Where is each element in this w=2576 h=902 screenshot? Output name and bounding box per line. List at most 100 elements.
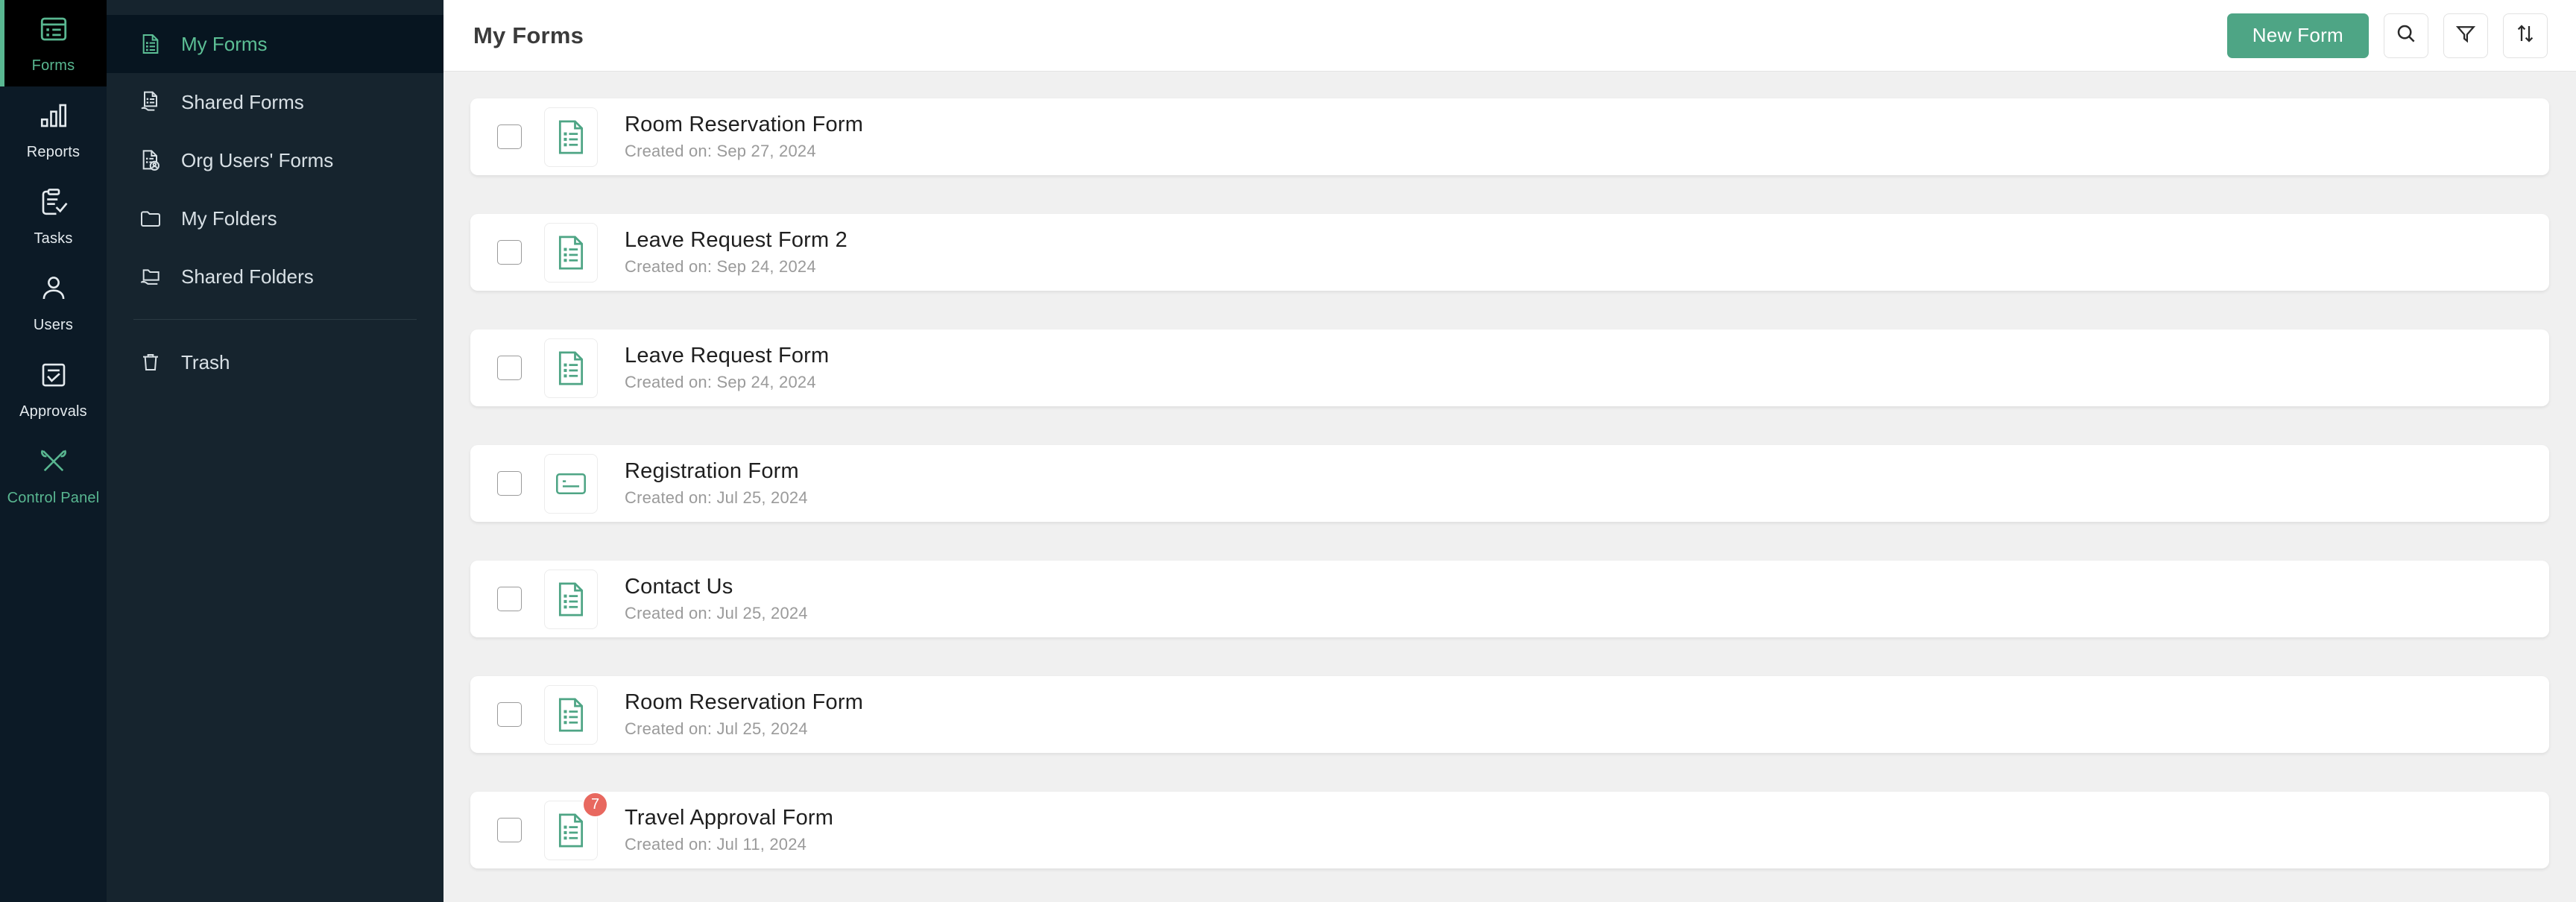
table-row[interactable]: Room Reservation Form Created on: Jul 25…	[470, 676, 2549, 753]
rail-label-approvals: Approvals	[19, 403, 87, 420]
shared-document-icon	[138, 89, 163, 115]
bar-chart-icon	[38, 100, 69, 135]
row-checkbox[interactable]	[497, 702, 522, 727]
forms-list: Room Reservation Form Created on: Sep 27…	[443, 72, 2576, 902]
app-root: Forms Reports Tasks Users Approvals Cont…	[0, 0, 2576, 902]
table-row[interactable]: 7 Travel Approval Form Created on: Jul 1…	[470, 791, 2549, 868]
form-list-icon	[544, 569, 598, 629]
form-created-date: Created on: Sep 24, 2024	[625, 373, 816, 391]
form-title: Contact Us	[625, 575, 733, 599]
approval-check-icon	[38, 359, 69, 394]
filter-icon	[2455, 22, 2477, 48]
sidebar-divider	[133, 319, 417, 320]
row-text: Room Reservation Form Created on: Jul 25…	[625, 690, 863, 739]
forms-icon	[38, 13, 69, 48]
form-list-icon	[544, 338, 598, 398]
primary-nav-rail: Forms Reports Tasks Users Approvals Cont…	[0, 0, 107, 902]
form-thumbnail	[544, 107, 598, 167]
form-created-date: Created on: Sep 24, 2024	[625, 257, 816, 276]
trash-icon	[138, 350, 163, 375]
form-title: Travel Approval Form	[625, 806, 834, 830]
form-list-icon	[544, 222, 598, 283]
sidebar-label-org-users-forms: Org Users' Forms	[181, 148, 334, 171]
sidebar-label-my-folders: My Folders	[181, 206, 277, 230]
rail-label-forms: Forms	[31, 57, 75, 74]
row-text: Contact Us Created on: Jul 25, 2024	[625, 575, 808, 623]
rail-item-tasks[interactable]: Tasks	[0, 173, 107, 259]
search-button[interactable]	[2384, 13, 2428, 58]
folder-icon	[138, 206, 163, 231]
header-actions: New Form	[2226, 13, 2548, 58]
table-row[interactable]: Leave Request Form 2 Created on: Sep 24,…	[470, 214, 2549, 291]
rail-item-users[interactable]: Users	[0, 259, 107, 346]
document-user-icon	[138, 148, 163, 173]
status-badge: 7	[582, 791, 608, 818]
filter-button[interactable]	[2443, 13, 2488, 58]
form-created-date: Created on: Jul 25, 2024	[625, 604, 808, 622]
tools-icon	[38, 446, 69, 481]
form-thumbnail: 7	[544, 791, 608, 860]
row-text: Travel Approval Form Created on: Jul 11,…	[625, 806, 833, 854]
row-checkbox[interactable]	[497, 240, 522, 265]
sort-icon	[2514, 22, 2536, 48]
form-list-icon	[544, 107, 598, 167]
form-title: Leave Request Form 2	[625, 228, 847, 252]
form-created-date: Created on: Jul 25, 2024	[625, 488, 808, 507]
sidebar-label-my-forms: My Forms	[181, 32, 268, 55]
sidebar-label-shared-folders: Shared Folders	[181, 265, 314, 288]
sidebar-label-shared-forms: Shared Forms	[181, 90, 304, 113]
rail-item-control-panel[interactable]: Control Panel	[0, 432, 107, 519]
main-content: My Forms New Form Room Reservation Form …	[443, 0, 2576, 902]
form-card-icon	[544, 453, 598, 514]
sidebar-item-trash[interactable]: Trash	[107, 333, 443, 391]
form-thumbnail	[544, 338, 598, 398]
table-row[interactable]: Room Reservation Form Created on: Sep 27…	[470, 98, 2549, 175]
table-row[interactable]: Leave Request Form Created on: Sep 24, 2…	[470, 329, 2549, 406]
secondary-sidebar: My Forms Shared Forms Org Users' Forms M…	[107, 0, 443, 902]
form-title: Room Reservation Form	[625, 113, 864, 136]
document-list-icon	[138, 31, 163, 57]
sidebar-item-shared-folders[interactable]: Shared Folders	[107, 247, 443, 306]
row-checkbox[interactable]	[497, 471, 522, 496]
table-row[interactable]: Contact Us Created on: Jul 25, 2024	[470, 561, 2549, 637]
form-thumbnail	[544, 569, 598, 629]
new-form-button[interactable]: New Form	[2226, 13, 2369, 58]
sidebar-label-trash: Trash	[181, 350, 230, 373]
sidebar-item-my-forms[interactable]: My Forms	[107, 15, 443, 73]
row-text: Leave Request Form 2 Created on: Sep 24,…	[625, 228, 847, 277]
page-header: My Forms New Form	[443, 0, 2576, 72]
row-checkbox[interactable]	[497, 587, 522, 611]
user-icon	[38, 273, 69, 308]
rail-label-tasks: Tasks	[34, 230, 73, 247]
row-text: Registration Form Created on: Jul 25, 20…	[625, 459, 808, 508]
rail-item-approvals[interactable]: Approvals	[0, 346, 107, 432]
rail-item-forms[interactable]: Forms	[0, 0, 107, 86]
shared-folder-icon	[138, 264, 163, 289]
row-checkbox[interactable]	[497, 818, 522, 842]
row-checkbox[interactable]	[497, 124, 522, 149]
form-thumbnail	[544, 453, 598, 514]
form-title: Registration Form	[625, 459, 799, 483]
rail-label-users: Users	[33, 317, 74, 333]
sidebar-item-org-users-forms[interactable]: Org Users' Forms	[107, 131, 443, 189]
rail-item-reports[interactable]: Reports	[0, 86, 107, 173]
sort-button[interactable]	[2503, 13, 2548, 58]
table-row[interactable]: Registration Form Created on: Jul 25, 20…	[470, 445, 2549, 522]
form-created-date: Created on: Jul 25, 2024	[625, 719, 808, 738]
row-checkbox[interactable]	[497, 356, 522, 380]
form-thumbnail	[544, 684, 598, 745]
clipboard-check-icon	[38, 186, 69, 221]
form-title: Room Reservation Form	[625, 690, 864, 714]
sidebar-item-my-folders[interactable]: My Folders	[107, 189, 443, 247]
row-text: Room Reservation Form Created on: Sep 27…	[625, 113, 863, 161]
form-list-icon	[544, 684, 598, 745]
rail-label-reports: Reports	[26, 144, 80, 160]
search-icon	[2395, 22, 2417, 48]
sidebar-item-shared-forms[interactable]: Shared Forms	[107, 73, 443, 131]
form-thumbnail	[544, 222, 598, 283]
page-title: My Forms	[473, 22, 584, 48]
form-title: Leave Request Form	[625, 344, 830, 368]
row-text: Leave Request Form Created on: Sep 24, 2…	[625, 344, 829, 392]
form-created-date: Created on: Sep 27, 2024	[625, 142, 816, 160]
form-created-date: Created on: Jul 11, 2024	[625, 835, 807, 854]
